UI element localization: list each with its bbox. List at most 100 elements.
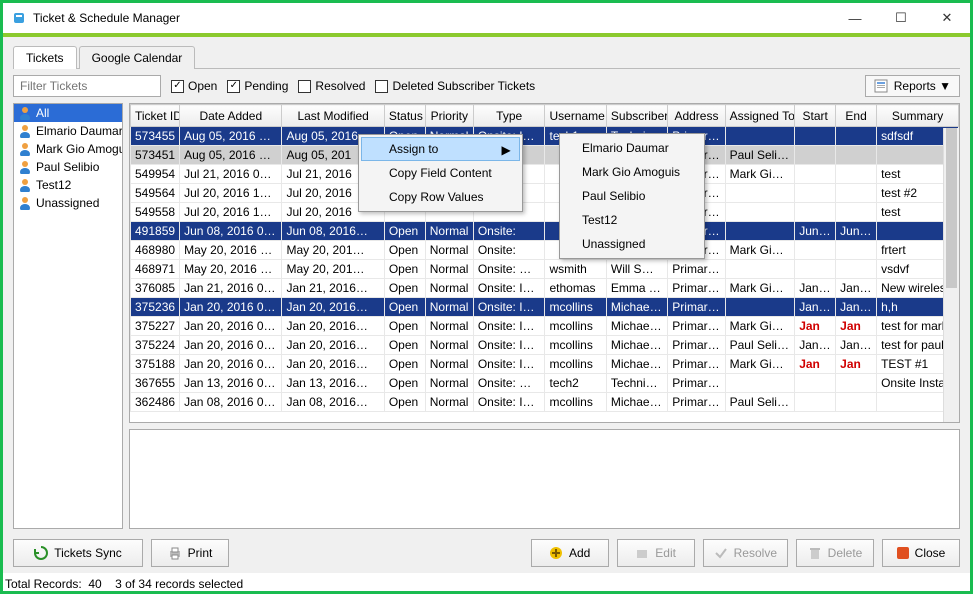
table-cell: [836, 146, 877, 165]
delete-button[interactable]: Delete: [796, 539, 874, 567]
close-window-button[interactable]: ✕: [924, 3, 970, 33]
column-header[interactable]: Date Added: [180, 105, 282, 127]
column-header[interactable]: Ticket ID: [131, 105, 180, 127]
table-row[interactable]: 468980May 20, 2016 0…May 20, 201…OpenNor…: [131, 241, 959, 260]
table-row[interactable]: 375236Jan 20, 2016 09…Jan 20, 2016…OpenN…: [131, 298, 959, 317]
table-cell: Mark Gio A…: [725, 355, 795, 374]
table-cell: Jun 0…: [795, 222, 836, 241]
window-buttons: — ☐ ✕: [832, 3, 970, 33]
table-cell: Paul Selibio: [725, 336, 795, 355]
sidebar-item[interactable]: Unassigned: [14, 194, 122, 212]
maximize-button[interactable]: ☐: [878, 3, 924, 33]
column-header[interactable]: End: [836, 105, 877, 127]
submenu-item[interactable]: Paul Selibio: [562, 184, 702, 208]
table-row[interactable]: 375188Jan 20, 2016 09…Jan 20, 2016…OpenN…: [131, 355, 959, 374]
filter-input[interactable]: [13, 75, 161, 97]
table-row[interactable]: 549564Jul 20, 2016 10:…Jul 20, 2016Prima…: [131, 184, 959, 203]
table-cell: Normal: [425, 393, 473, 412]
table-cell: [836, 203, 877, 222]
table-row[interactable]: 573451Aug 05, 2016 0…Aug 05, 201Primary:…: [131, 146, 959, 165]
table-cell: Normal: [425, 279, 473, 298]
table-cell: Jan: [795, 355, 836, 374]
table-row[interactable]: 367655Jan 13, 2016 06…Jan 13, 2016…OpenN…: [131, 374, 959, 393]
checkbox-resolved[interactable]: Resolved: [298, 79, 365, 93]
check-icon: [714, 546, 728, 560]
scroll-thumb[interactable]: [946, 128, 957, 288]
checkbox-deleted[interactable]: Deleted Subscriber Tickets: [375, 79, 535, 93]
table-row[interactable]: 573455Aug 05, 2016 0…Aug 05, 2016…OpenNo…: [131, 127, 959, 146]
submenu-item[interactable]: Unassigned: [562, 232, 702, 256]
submenu-item[interactable]: Test12: [562, 208, 702, 232]
column-header[interactable]: Start: [795, 105, 836, 127]
table-cell: Normal: [425, 298, 473, 317]
table-cell: Jan 20, 2016 09…: [180, 298, 282, 317]
filter-toolbar: ✓Open ✓Pending Resolved Deleted Subscrib…: [13, 75, 960, 97]
person-icon: [18, 142, 32, 156]
column-header[interactable]: Address: [668, 105, 725, 127]
table-cell: 549564: [131, 184, 180, 203]
column-header[interactable]: Assigned To: [725, 105, 795, 127]
sidebar-item[interactable]: Elmario Daumar: [14, 122, 122, 140]
reports-button[interactable]: Reports ▼: [865, 75, 960, 97]
add-button[interactable]: Add: [531, 539, 609, 567]
table-cell: [725, 298, 795, 317]
table-cell: Jan 13, 2016 06…: [180, 374, 282, 393]
table-cell: 376085: [131, 279, 180, 298]
resolve-button[interactable]: Resolve: [703, 539, 788, 567]
column-header[interactable]: Status: [384, 105, 425, 127]
table-cell: Onsite:: [473, 222, 545, 241]
table-cell: [836, 241, 877, 260]
sidebar-item[interactable]: All: [14, 104, 122, 122]
printer-icon: [168, 546, 182, 560]
table-cell: Open: [384, 279, 425, 298]
context-menu-item[interactable]: Copy Row Values: [361, 185, 520, 209]
sidebar-item[interactable]: Paul Selibio: [14, 158, 122, 176]
tab-google-calendar[interactable]: Google Calendar: [79, 46, 196, 69]
minimize-button[interactable]: —: [832, 3, 878, 33]
table-row[interactable]: 549558Jul 20, 2016 10:…Jul 20, 2016Prima…: [131, 203, 959, 222]
context-menu-item[interactable]: Copy Field Content: [361, 161, 520, 185]
column-header[interactable]: Type: [473, 105, 545, 127]
ticket-grid[interactable]: Ticket IDDate AddedLast ModifiedStatusPr…: [129, 103, 960, 423]
submenu-item[interactable]: Elmario Daumar: [562, 136, 702, 160]
column-header[interactable]: Last Modified: [282, 105, 384, 127]
context-menu-item[interactable]: Assign to▶: [361, 137, 520, 161]
table-cell: [725, 127, 795, 146]
table-cell: Primary:…: [668, 393, 725, 412]
column-header[interactable]: Summary: [877, 105, 959, 127]
close-button[interactable]: Close: [882, 539, 960, 567]
table-row[interactable]: 468971May 20, 2016 0…May 20, 201…OpenNor…: [131, 260, 959, 279]
column-header[interactable]: Username: [545, 105, 606, 127]
table-cell: 549558: [131, 203, 180, 222]
table-row[interactable]: 491859Jun 08, 2016 08…Jun 08, 2016…OpenN…: [131, 222, 959, 241]
table-row[interactable]: 549954Jul 21, 2016 03:…Jul 21, 2016Prima…: [131, 165, 959, 184]
sidebar-item[interactable]: Mark Gio Amoguis: [14, 140, 122, 158]
table-cell: Mark Gio A…: [725, 165, 795, 184]
print-button[interactable]: Print: [151, 539, 229, 567]
table-cell: Primary:…: [668, 298, 725, 317]
checkbox-pending[interactable]: ✓Pending: [227, 79, 288, 93]
table-cell: Jan: [795, 317, 836, 336]
table-cell: [836, 184, 877, 203]
checkbox-open[interactable]: ✓Open: [171, 79, 217, 93]
table-row[interactable]: 362486Jan 08, 2016 09…Jan 08, 2016…OpenN…: [131, 393, 959, 412]
tab-tickets[interactable]: Tickets: [13, 46, 77, 69]
sync-button[interactable]: Tickets Sync: [13, 539, 143, 567]
table-cell: Open: [384, 260, 425, 279]
table-cell: Jan 20, 2016…: [282, 298, 384, 317]
table-cell: [795, 165, 836, 184]
sidebar-item[interactable]: Test12: [14, 176, 122, 194]
table-cell: 573455: [131, 127, 180, 146]
edit-button[interactable]: Edit: [617, 539, 695, 567]
submenu-item[interactable]: Mark Gio Amoguis: [562, 160, 702, 184]
table-cell: Jan 20, 2016 09…: [180, 355, 282, 374]
trash-icon: [808, 546, 822, 560]
table-cell: Michael …: [606, 317, 667, 336]
table-row[interactable]: 375224Jan 20, 2016 09…Jan 20, 2016…OpenN…: [131, 336, 959, 355]
column-header[interactable]: Subscriber: [606, 105, 667, 127]
action-bar: Tickets Sync Print Add Edit Resolve Dele…: [13, 529, 960, 567]
table-row[interactable]: 375227Jan 20, 2016 09…Jan 20, 2016…OpenN…: [131, 317, 959, 336]
table-row[interactable]: 376085Jan 21, 2016 08…Jan 21, 2016…OpenN…: [131, 279, 959, 298]
column-header[interactable]: Priority: [425, 105, 473, 127]
vertical-scrollbar[interactable]: [943, 128, 959, 422]
